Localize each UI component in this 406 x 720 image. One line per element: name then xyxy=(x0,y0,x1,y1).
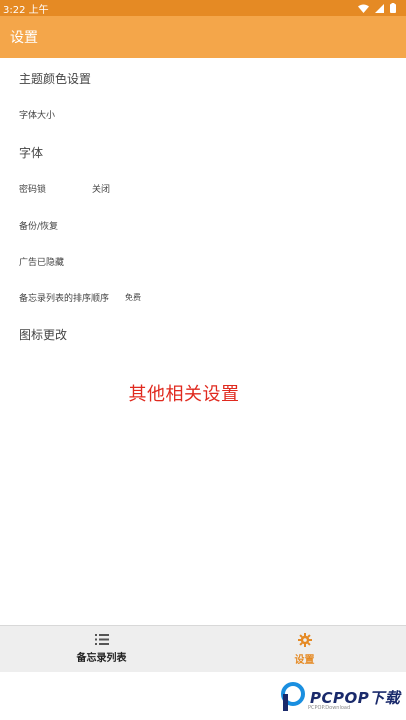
setting-icon-change-label: 图标更改 xyxy=(19,328,68,342)
status-icons xyxy=(358,3,396,13)
setting-theme-color-label: 主题颜色设置 xyxy=(19,72,92,86)
setting-password-lock[interactable]: 密码锁 关闭 xyxy=(19,182,110,195)
watermark-subtext: PCPOP.Download xyxy=(308,705,351,711)
list-icon xyxy=(94,634,109,645)
setting-memo-sort[interactable]: 备忘录列表的排序顺序 免费 xyxy=(19,291,141,304)
setting-font-size[interactable]: 字体大小 xyxy=(19,108,55,121)
app-bar: 设置 xyxy=(0,16,406,58)
watermark-logo: PCPOP下载 PCPOP.Download xyxy=(280,680,400,714)
status-time: 3:22 上午 xyxy=(3,4,49,16)
battery-icon xyxy=(390,3,396,13)
setting-memo-sort-value: 免费 xyxy=(125,293,142,302)
setting-memo-sort-label: 备忘录列表的排序顺序 xyxy=(19,294,110,304)
nav-item-settings[interactable]: 设置 xyxy=(203,626,406,672)
pcpop-logo-icon xyxy=(281,682,305,711)
nav-item-memo-list-label: 备忘录列表 xyxy=(76,653,127,664)
gear-icon xyxy=(297,632,312,647)
setting-password-lock-value: 关闭 xyxy=(92,185,111,195)
bottom-nav: 备忘录列表 设置 xyxy=(0,625,406,672)
nav-item-settings-label: 设置 xyxy=(294,654,315,666)
wifi-icon xyxy=(358,4,369,13)
setting-font[interactable]: 字体 xyxy=(19,144,43,161)
setting-icon-change[interactable]: 图标更改 xyxy=(19,326,67,343)
setting-backup-restore-label: 备份/恢复 xyxy=(19,222,59,232)
setting-ads-hidden-label: 广告已隐藏 xyxy=(19,258,65,268)
caption-text: 其他相关设置 xyxy=(128,384,240,405)
signal-icon xyxy=(375,3,384,13)
setting-ads-hidden[interactable]: 广告已隐藏 xyxy=(19,255,64,268)
setting-password-lock-label: 密码锁 xyxy=(19,185,47,195)
status-bar: 3:22 上午 xyxy=(0,0,406,16)
setting-theme-color[interactable]: 主题颜色设置 xyxy=(19,70,91,87)
setting-backup-restore[interactable]: 备份/恢复 xyxy=(19,219,58,232)
setting-font-label: 字体 xyxy=(19,146,44,160)
nav-item-memo-list[interactable]: 备忘录列表 xyxy=(0,626,203,672)
setting-font-size-label: 字体大小 xyxy=(19,111,56,121)
page-title: 设置 xyxy=(10,30,38,46)
